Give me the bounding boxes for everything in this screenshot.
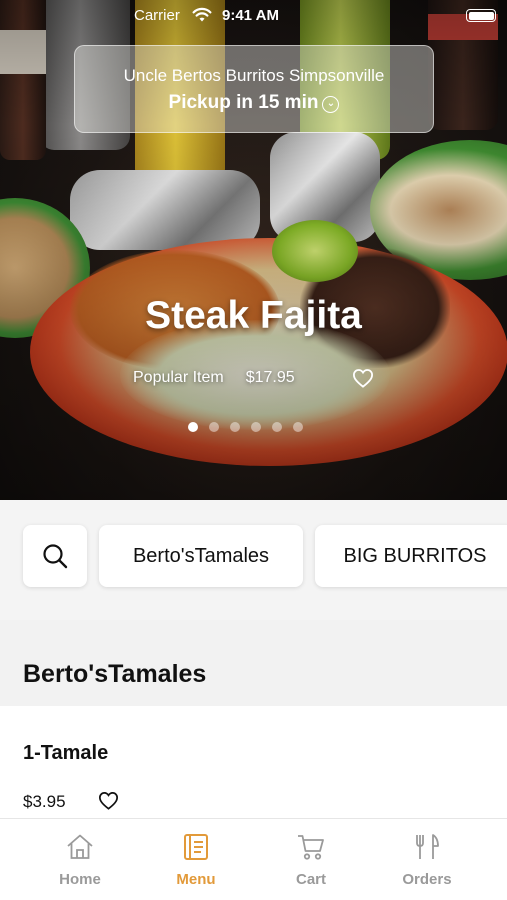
wifi-icon	[192, 7, 212, 22]
tab-label: Home	[59, 871, 101, 888]
status-bar: Carrier 9:41 AM	[0, 0, 507, 32]
search-icon	[43, 544, 68, 569]
tab-label: Orders	[402, 871, 452, 888]
featured-meta: Popular Item $17.95	[133, 369, 295, 387]
heart-icon[interactable]	[98, 791, 119, 810]
section-title: Berto'sTamales	[23, 660, 207, 688]
tab-cart[interactable]: Cart	[248, 819, 374, 900]
category-bar: Berto'sTamales BIG BURRITOS	[0, 500, 507, 620]
store-name: Uncle Bertos Burritos Simpsonville	[123, 66, 385, 85]
tab-home[interactable]: Home	[17, 819, 143, 900]
chevron-down-icon: ⌄	[322, 96, 340, 113]
carrier-label: Carrier	[134, 7, 180, 24]
tab-label: Menu	[176, 871, 216, 888]
tab-menu[interactable]: Menu	[133, 819, 259, 900]
featured-hero[interactable]: Carrier 9:41 AM Uncle Bertos Burritos Si…	[0, 0, 507, 500]
carousel-dot[interactable]	[272, 422, 282, 432]
carousel-dot[interactable]	[251, 422, 261, 432]
carousel-dot[interactable]	[209, 422, 219, 432]
battery-icon	[466, 9, 496, 22]
carousel-dot[interactable]	[293, 422, 303, 432]
menu-item[interactable]: 1-Tamale $3.95	[0, 706, 507, 826]
home-icon	[67, 834, 93, 859]
tab-label: Cart	[295, 871, 326, 888]
tab-orders[interactable]: Orders	[364, 819, 490, 900]
menu-book-icon	[184, 834, 208, 860]
carousel-dot[interactable]	[230, 422, 240, 432]
clock: 9:41 AM	[222, 7, 279, 24]
pickup-time: Pickup in 15 min ⌄	[75, 92, 433, 114]
item-price: $3.95	[23, 792, 66, 811]
cart-icon	[298, 835, 324, 860]
carousel-dot[interactable]	[188, 422, 198, 432]
tab-bar: Home Menu Cart Orders	[0, 818, 507, 900]
featured-title: Steak Fajita	[145, 294, 362, 337]
item-name: 1-Tamale	[23, 742, 109, 764]
category-chip[interactable]: Berto'sTamales	[99, 525, 303, 587]
featured-tag: Popular Item	[133, 369, 224, 386]
featured-price: $17.95	[245, 369, 295, 386]
store-selector[interactable]: Uncle Bertos Burritos Simpsonville Picku…	[74, 45, 434, 133]
heart-icon[interactable]	[352, 368, 374, 388]
pickup-label: Pickup in 15 min	[168, 92, 319, 113]
search-button[interactable]	[23, 525, 87, 587]
fork-knife-icon	[416, 834, 439, 859]
category-chip[interactable]: BIG BURRITOS	[315, 525, 507, 587]
